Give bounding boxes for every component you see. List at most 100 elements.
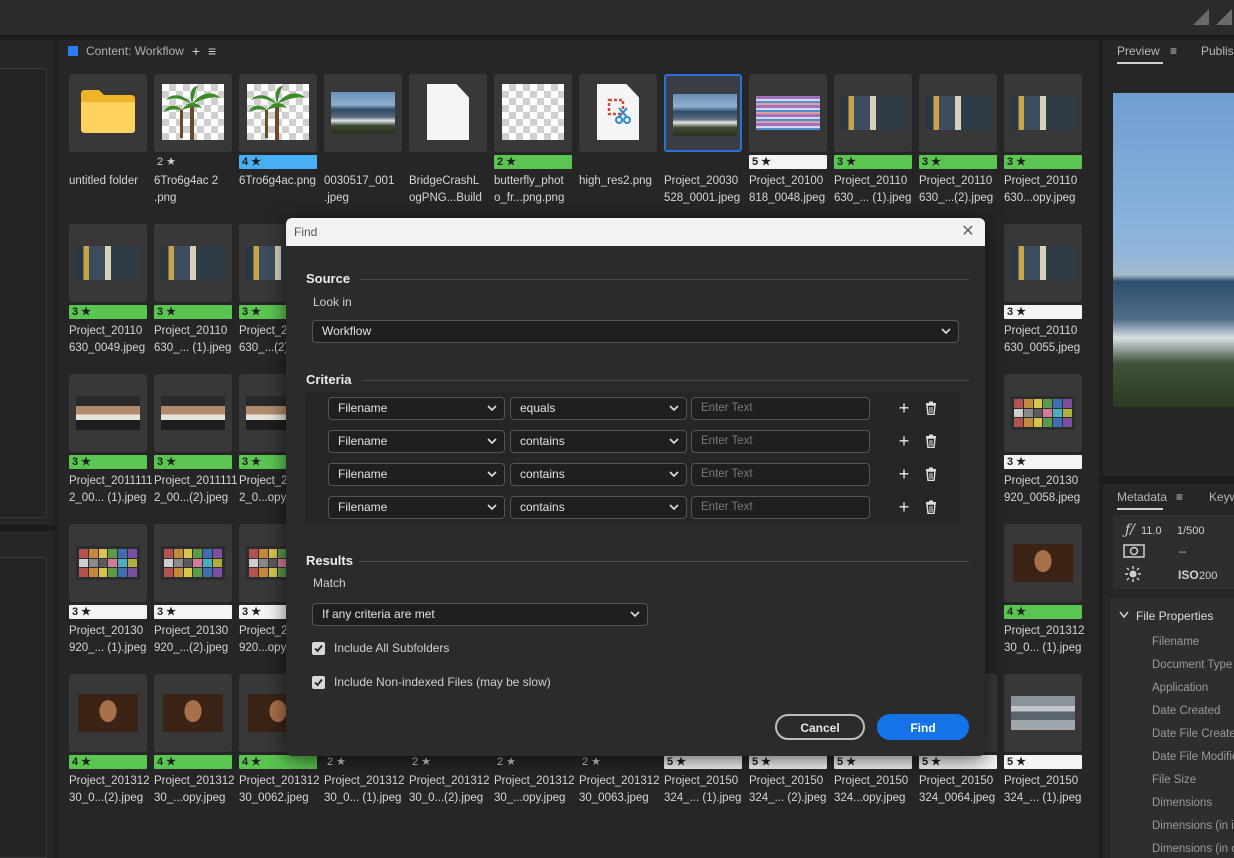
thumbnail-tile[interactable]: 3 ★ Project_2011111 2_00...(2).jpeg: [154, 374, 238, 524]
criteria-text-input[interactable]: Enter Text: [691, 397, 870, 420]
rating-badge[interactable]: 3 ★: [69, 305, 147, 319]
close-icon[interactable]: ✕: [959, 223, 977, 241]
thumbnail-frame[interactable]: [579, 74, 657, 152]
rating-badge[interactable]: 2 ★: [324, 755, 402, 769]
criteria-text-input[interactable]: Enter Text: [691, 496, 870, 519]
metadata-menu-icon[interactable]: ≡: [1176, 490, 1183, 504]
panel-divider[interactable]: [1103, 476, 1234, 484]
thumbnail-frame[interactable]: [1004, 524, 1082, 602]
rating-badge[interactable]: 3 ★: [1004, 455, 1082, 469]
rating-badge[interactable]: 4 ★: [239, 755, 317, 769]
add-criteria-icon[interactable]: +: [897, 399, 911, 417]
thumbnail-tile[interactable]: 3 ★ Project_20130 920_0058.jpeg: [1004, 374, 1082, 524]
thumbnail-frame[interactable]: [69, 674, 147, 752]
criteria-field-select[interactable]: Filename: [328, 430, 505, 453]
panel-menu-icon[interactable]: ≡: [208, 44, 216, 58]
preview-menu-icon[interactable]: ≡: [1170, 44, 1177, 58]
thumbnail-tile[interactable]: 3 ★ Project_20110 630_... (1).jpeg: [154, 224, 232, 374]
rating-badge[interactable]: 5 ★: [834, 755, 912, 769]
thumbnail-tile[interactable]: 3 ★ Project_20130 920_...(2).jpeg: [154, 524, 232, 674]
match-select[interactable]: If any criteria are met: [312, 603, 648, 626]
thumbnail-tile[interactable]: 3 ★ Project_20130 920_... (1).jpeg: [69, 524, 147, 674]
thumbnail-tile[interactable]: 0030517_001 .jpeg: [324, 74, 402, 224]
workspace-icon-2[interactable]: [1216, 9, 1232, 25]
thumbnail-frame[interactable]: [494, 74, 572, 152]
tab-preview[interactable]: Preview: [1117, 44, 1163, 64]
criteria-operator-select[interactable]: contains: [510, 463, 687, 486]
thumbnail-tile[interactable]: 4 ★ Project_201312 30_0... (1).jpeg: [1004, 524, 1085, 674]
find-button[interactable]: Find: [877, 714, 969, 740]
thumbnail-frame[interactable]: [664, 74, 742, 152]
thumbnail-frame[interactable]: [1004, 224, 1082, 302]
criteria-field-select[interactable]: Filename: [328, 397, 505, 420]
thumbnail-tile[interactable]: 4 ★ Project_201312 30_...opy.jpeg: [154, 674, 235, 824]
thumbnail-frame[interactable]: [154, 674, 232, 752]
thumbnail-frame[interactable]: [1004, 374, 1082, 452]
rating-badge[interactable]: 3 ★: [834, 155, 912, 169]
thumbnail-tile[interactable]: untitled folder: [69, 74, 147, 224]
thumbnail-frame[interactable]: [1004, 674, 1082, 752]
include-subfolders-label[interactable]: Include All Subfolders: [334, 641, 449, 655]
tab-metadata[interactable]: Metadata: [1117, 490, 1167, 510]
panel-divider[interactable]: [0, 525, 55, 531]
rating-badge[interactable]: 3 ★: [69, 455, 147, 469]
criteria-field-select[interactable]: Filename: [328, 496, 505, 519]
trash-icon[interactable]: [925, 401, 937, 415]
thumbnail-frame[interactable]: [154, 374, 232, 452]
cancel-button[interactable]: Cancel: [775, 714, 865, 740]
thumbnail-tile[interactable]: high_res2.png: [579, 74, 657, 224]
file-properties-heading[interactable]: File Properties: [1136, 609, 1213, 623]
thumbnail-tile[interactable]: 3 ★ Project_20110 630_...(2).jpeg: [919, 74, 997, 224]
rating-badge[interactable]: 3 ★: [154, 455, 232, 469]
criteria-field-select[interactable]: Filename: [328, 463, 505, 486]
rating-badge[interactable]: 4 ★: [239, 155, 317, 169]
add-criteria-icon[interactable]: +: [897, 465, 911, 483]
thumbnail-frame[interactable]: [154, 524, 232, 602]
thumbnail-tile[interactable]: 4 ★ Project_201312 30_0...(2).jpeg: [69, 674, 150, 824]
rating-badge[interactable]: 2 ★: [579, 755, 657, 769]
rating-badge[interactable]: 5 ★: [1004, 755, 1082, 769]
thumbnail-frame[interactable]: [749, 74, 827, 152]
thumbnail-tile[interactable]: 3 ★ Project_20110 630_... (1).jpeg: [834, 74, 912, 224]
thumbnail-tile[interactable]: 5 ★ Project_20100 818_0048.jpeg: [749, 74, 827, 224]
thumbnail-frame[interactable]: [834, 74, 912, 152]
rating-badge[interactable]: [409, 155, 487, 169]
thumbnail-frame[interactable]: [239, 74, 317, 152]
rating-badge[interactable]: 2 ★: [494, 755, 572, 769]
rating-badge[interactable]: 3 ★: [919, 155, 997, 169]
thumbnail-tile[interactable]: 5 ★ Project_20150 324_... (1).jpeg: [1004, 674, 1082, 824]
thumbnail-tile[interactable]: 3 ★ Project_20110 630_0055.jpeg: [1004, 224, 1082, 374]
tab-publish[interactable]: Publish: [1201, 44, 1234, 58]
add-tab-icon[interactable]: +: [192, 44, 200, 58]
rating-badge[interactable]: 3 ★: [154, 305, 232, 319]
thumbnail-tile[interactable]: BridgeCrashL ogPNG...Build: [409, 74, 487, 224]
add-criteria-icon[interactable]: +: [897, 432, 911, 450]
criteria-operator-select[interactable]: equals: [510, 397, 687, 420]
rating-badge[interactable]: 3 ★: [1004, 305, 1082, 319]
rating-badge[interactable]: [324, 155, 402, 169]
rating-badge[interactable]: 2 ★: [154, 155, 232, 169]
rating-badge[interactable]: 4 ★: [69, 755, 147, 769]
thumbnail-tile[interactable]: 3 ★ Project_20110 630...opy.jpeg: [1004, 74, 1082, 224]
rating-badge[interactable]: 4 ★: [1004, 605, 1082, 619]
tab-keywords[interactable]: Keyw: [1209, 490, 1234, 504]
thumbnail-frame[interactable]: [324, 74, 402, 152]
rating-badge[interactable]: 3 ★: [154, 605, 232, 619]
thumbnail-frame[interactable]: [409, 74, 487, 152]
thumbnail-tile[interactable]: 2 ★ butterfly_phot o_fr...png.png: [494, 74, 572, 224]
include-subfolders-checkbox[interactable]: [312, 642, 325, 655]
thumbnail-tile[interactable]: 3 ★ Project_2011111 2_00... (1).jpeg: [69, 374, 153, 524]
thumbnail-frame[interactable]: [69, 74, 147, 152]
rating-badge[interactable]: [664, 155, 742, 169]
thumbnail-tile[interactable]: 4 ★ 6Tro6g4ac.png: [239, 74, 317, 224]
rating-badge[interactable]: 3 ★: [1004, 155, 1082, 169]
thumbnail-tile[interactable]: Project_20030 528_0001.jpeg: [664, 74, 742, 224]
workspace-icon[interactable]: [1193, 9, 1209, 25]
criteria-operator-select[interactable]: contains: [510, 496, 687, 519]
criteria-operator-select[interactable]: contains: [510, 430, 687, 453]
rating-badge[interactable]: 3 ★: [69, 605, 147, 619]
trash-icon[interactable]: [925, 500, 937, 514]
rating-badge[interactable]: 5 ★: [749, 755, 827, 769]
thumbnail-frame[interactable]: [1004, 74, 1082, 152]
thumbnail-frame[interactable]: [69, 374, 147, 452]
